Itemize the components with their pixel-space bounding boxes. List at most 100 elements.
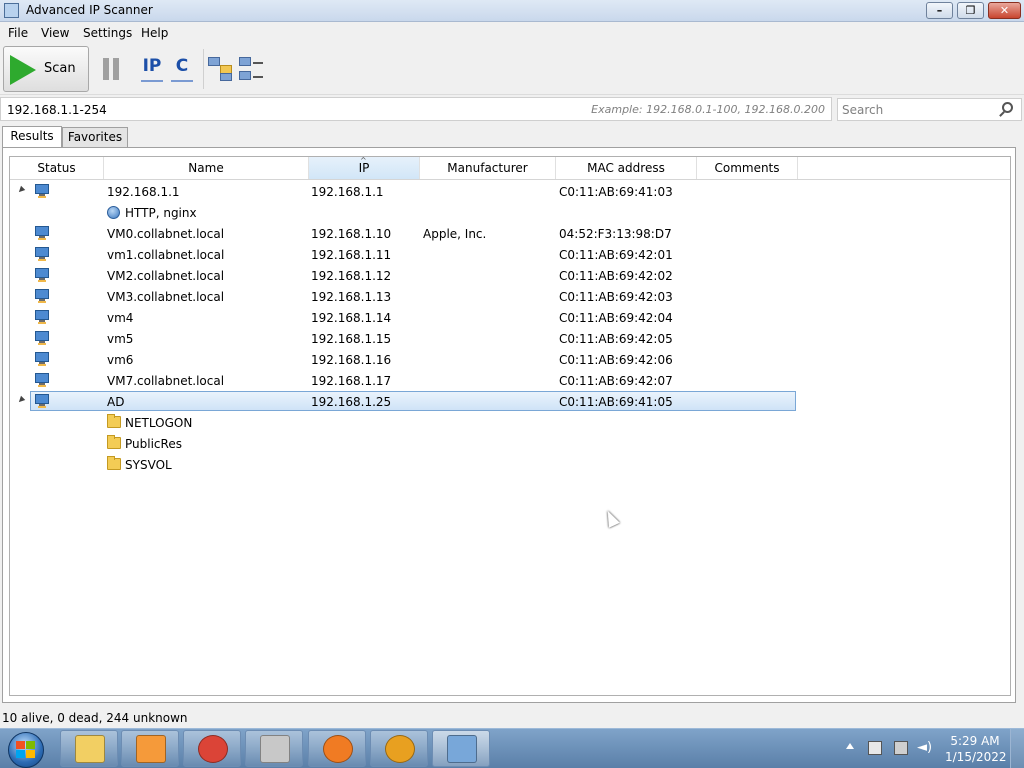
share-row[interactable]: NETLOGON — [10, 412, 1010, 433]
c-button[interactable]: C — [171, 56, 193, 82]
taskbar-button-media-player[interactable] — [121, 730, 179, 767]
computer-icon — [35, 289, 49, 303]
clock-date: 1/15/2022 — [945, 750, 1007, 764]
folder-icon — [107, 414, 121, 428]
menu-file[interactable]: File — [8, 26, 28, 40]
computer-icon — [35, 394, 49, 408]
system-tray: ◄) 5:29 AM 1/15/2022 — [840, 729, 1024, 768]
restore-icon: ❐ — [965, 4, 976, 17]
volume-icon[interactable]: ◄) — [917, 741, 932, 755]
share-row[interactable]: PublicRes — [10, 433, 1010, 454]
ip-range-input[interactable]: 192.168.1.1-254 Example: 192.168.0.1-100… — [0, 97, 832, 121]
search-input[interactable]: Search — [837, 98, 1022, 121]
clock-time: 5:29 AM — [950, 734, 1000, 748]
taskbar-button-app[interactable] — [245, 730, 303, 767]
selection-highlight — [30, 391, 796, 411]
sort-ascending-icon: ^ — [360, 156, 367, 165]
ip-range-example: Example: 192.168.0.1-100, 192.168.0.200 — [591, 103, 825, 116]
host-ip: 192.168.1.11 — [311, 248, 392, 262]
collapse-arrow-icon[interactable] — [16, 185, 26, 195]
minimize-icon: – — [936, 4, 943, 17]
show-hidden-icons-icon[interactable] — [846, 743, 854, 749]
host-row[interactable]: VM2.collabnet.local 192.168.1.12 C0:11:AB:… — [10, 265, 1010, 286]
results-list[interactable]: Status Name ^ IP Manufacturer MAC addres… — [9, 156, 1011, 696]
host-name: 192.168.1.1 — [107, 185, 180, 199]
taskbar-button-vpn[interactable] — [370, 730, 428, 767]
expand-all-button[interactable] — [208, 57, 234, 81]
host-ip: 192.168.1.1 — [311, 185, 384, 199]
vpn-icon — [385, 735, 415, 763]
computer-icon — [35, 184, 49, 198]
start-button[interactable] — [4, 730, 48, 768]
service-row[interactable]: HTTP, nginx — [10, 202, 1010, 223]
maximize-button[interactable]: ❐ — [957, 2, 984, 19]
host-name: vm5 — [107, 332, 134, 346]
ip-scanner-icon — [447, 735, 477, 763]
taskbar-button-file-explorer[interactable] — [60, 730, 118, 767]
host-mac: C0:11:AB:69:42:03 — [559, 290, 673, 304]
host-row[interactable]: AD 192.168.1.25 C0:11:AB:69:41:05 — [10, 391, 1010, 412]
taskbar-button-avast[interactable] — [308, 730, 366, 767]
pause-button[interactable] — [100, 58, 122, 80]
host-row[interactable]: VM3.collabnet.local 192.168.1.13 C0:11:AB:… — [10, 286, 1010, 307]
host-mac: C0:11:AB:69:42:06 — [559, 353, 673, 367]
tab-favorites[interactable]: Favorites — [62, 127, 128, 148]
host-row[interactable]: vm5 192.168.1.15 C0:11:AB:69:42:05 — [10, 328, 1010, 349]
menu-settings[interactable]: Settings — [83, 26, 132, 40]
window-title: Advanced IP Scanner — [26, 3, 153, 17]
collapse-arrow-icon[interactable] — [16, 395, 26, 405]
column-name[interactable]: Name — [104, 157, 309, 179]
status-bar: 10 alive, 0 dead, 244 unknown — [0, 708, 1024, 728]
host-mac: C0:11:AB:69:41:03 — [559, 185, 673, 199]
host-mac: C0:11:AB:69:42:05 — [559, 332, 673, 346]
action-center-icon[interactable] — [868, 741, 882, 755]
column-mac[interactable]: MAC address — [556, 157, 697, 179]
computer-icon — [35, 268, 49, 282]
column-ip[interactable]: ^ IP — [309, 157, 420, 179]
host-ip: 192.168.1.25 — [311, 395, 392, 409]
close-button[interactable]: ✕ — [988, 2, 1021, 19]
computer-icon — [35, 373, 49, 387]
taskbar: ◄) 5:29 AM 1/15/2022 — [0, 728, 1024, 768]
share-row[interactable]: SYSVOL — [10, 454, 1010, 475]
menu-view[interactable]: View — [41, 26, 69, 40]
pause-icon — [103, 58, 109, 80]
show-desktop-button[interactable] — [1010, 729, 1024, 768]
host-row[interactable]: vm4 192.168.1.14 C0:11:AB:69:42:04 — [10, 307, 1010, 328]
search-icon[interactable] — [1002, 102, 1013, 113]
clock[interactable]: 5:29 AM 1/15/2022 — [945, 733, 1007, 765]
host-name: VM2.collabnet.local — [107, 269, 225, 283]
host-row[interactable]: 192.168.1.1 192.168.1.1 C0:11:AB:69:41:03 — [10, 181, 1010, 202]
column-comments[interactable]: Comments — [697, 157, 798, 179]
scan-button[interactable]: Scan — [3, 46, 89, 92]
app-icon — [260, 735, 290, 763]
tab-results[interactable]: Results — [2, 126, 62, 148]
host-name: vm6 — [107, 353, 134, 367]
computer-icon — [35, 331, 49, 345]
column-status[interactable]: Status — [10, 157, 104, 179]
host-name: vm1.collabnet.local — [107, 248, 225, 262]
host-row[interactable]: vm1.collabnet.local 192.168.1.11 C0:11:AB:… — [10, 244, 1010, 265]
host-row[interactable]: VM0.collabnet.local 192.168.1.10 Apple, In… — [10, 223, 1010, 244]
column-manufacturer[interactable]: Manufacturer — [420, 157, 556, 179]
avast-icon — [323, 735, 353, 763]
host-row[interactable]: VM7.collabnet.local 192.168.1.17 C0:11:AB:… — [10, 370, 1010, 391]
taskbar-button-ip-scanner[interactable] — [432, 730, 490, 767]
host-mac: 04:52:F3:13:98:D7 — [559, 227, 672, 241]
menu-bar: File View Settings Help — [0, 23, 1024, 43]
host-name: AD — [107, 395, 125, 409]
ip-button[interactable]: IP — [141, 56, 163, 82]
collapse-all-button[interactable] — [239, 57, 265, 81]
share-name: SYSVOL — [125, 458, 172, 472]
host-mac: C0:11:AB:69:42:04 — [559, 311, 673, 325]
host-manufacturer: Apple, Inc. — [423, 227, 487, 241]
list-header: Status Name ^ IP Manufacturer MAC addres… — [10, 157, 1010, 180]
taskbar-button-chrome[interactable] — [183, 730, 241, 767]
host-name: vm4 — [107, 311, 134, 325]
menu-help[interactable]: Help — [141, 26, 168, 40]
host-mac: C0:11:AB:69:42:07 — [559, 374, 673, 388]
host-row[interactable]: vm6 192.168.1.16 C0:11:AB:69:42:06 — [10, 349, 1010, 370]
minimize-button[interactable]: – — [926, 2, 953, 19]
network-icon[interactable] — [894, 741, 908, 755]
host-ip: 192.168.1.15 — [311, 332, 392, 346]
